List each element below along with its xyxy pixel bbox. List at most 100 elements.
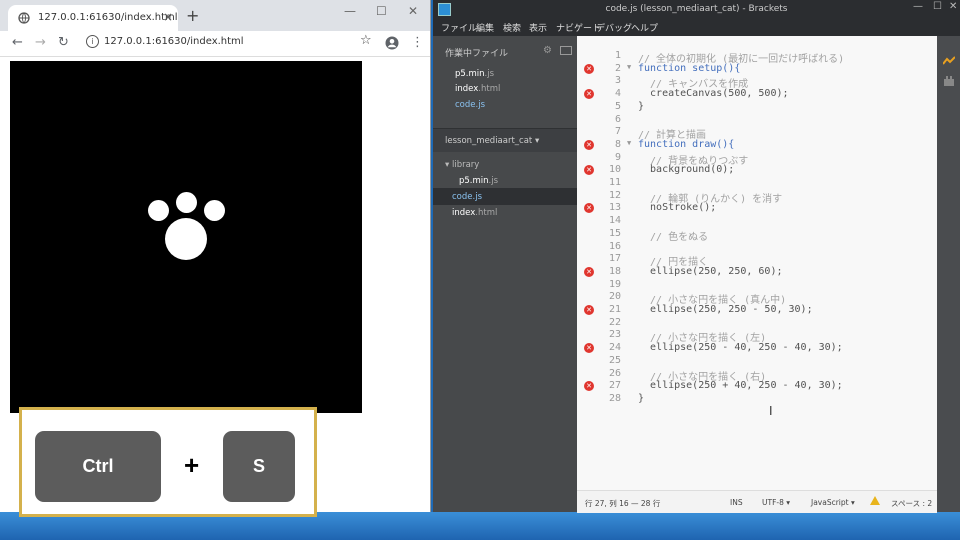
error-icon[interactable]: ✕ — [584, 139, 594, 150]
tree-file-item[interactable]: index.html — [452, 208, 497, 218]
error-icon[interactable]: ✕ — [584, 165, 594, 176]
address-bar[interactable]: i 127.0.0.1:61630/index.html ☆ — [80, 33, 380, 53]
code-text: ellipse(250 + 40, 250 - 40, 30); — [638, 380, 843, 392]
tree-file-item-selected[interactable]: code.js — [452, 192, 482, 202]
code-line[interactable]: 9 // 背景をぬりつぶす — [577, 152, 937, 167]
reload-icon[interactable]: ↻ — [58, 35, 69, 50]
working-file-item-active[interactable]: code.js — [455, 100, 485, 110]
code-line[interactable]: ✕ 27 ellipse(250 + 40, 250 - 40, 30); — [577, 380, 937, 393]
code-line[interactable]: 26 // 小さな円を描く (右) — [577, 368, 937, 383]
minimize-button[interactable]: — — [913, 1, 923, 12]
indent-setting[interactable]: スペース : 2 — [891, 498, 932, 509]
window-title: code.js (lesson_mediaart_cat) - Brackets — [605, 4, 788, 14]
menu-edit[interactable]: 編集 — [476, 21, 494, 34]
code-line[interactable]: 17 // 円を描く — [577, 253, 937, 268]
code-line[interactable]: 7// 計算と描画 — [577, 126, 937, 141]
ctrl-key: Ctrl — [35, 431, 161, 502]
line-number: 3 — [614, 75, 621, 87]
menu-help[interactable]: ヘルプ — [631, 21, 658, 34]
maximize-button[interactable]: ☐ — [376, 4, 387, 18]
maximize-button[interactable]: ☐ — [933, 1, 942, 12]
minimize-button[interactable]: — — [344, 4, 356, 18]
gear-icon[interactable]: ⚙ — [543, 45, 552, 56]
encoding-select[interactable]: UTF-8 ▾ — [762, 498, 790, 507]
close-window-button[interactable]: ✕ — [949, 1, 957, 12]
extension-manager-icon[interactable] — [943, 76, 955, 86]
error-icon[interactable]: ✕ — [584, 266, 594, 277]
browser-toolbar: ← → ↻ i 127.0.0.1:61630/index.html ☆ ⋮ — [0, 31, 430, 57]
live-preview-icon[interactable] — [943, 56, 955, 66]
code-line[interactable]: 1// 全体の初期化 (最初に一回だけ呼ばれる) — [577, 50, 937, 65]
code-line[interactable]: 20 // 小さな円を描く (真ん中) — [577, 291, 937, 306]
url-text[interactable]: 127.0.0.1:61630/index.html — [104, 36, 244, 47]
bookmark-star-icon[interactable]: ☆ — [360, 33, 372, 48]
menu-find[interactable]: 検索 — [503, 21, 521, 34]
account-icon[interactable] — [385, 36, 399, 50]
fold-toggle-icon[interactable]: ▼ — [627, 63, 631, 71]
code-line[interactable]: ✕ 8 ▼ function draw(){ — [577, 139, 937, 152]
error-icon[interactable]: ✕ — [584, 381, 594, 392]
folder-library[interactable]: ▾ library — [445, 160, 479, 170]
error-icon[interactable]: ✕ — [584, 63, 594, 74]
forward-icon[interactable]: → — [35, 35, 46, 50]
browser-tab[interactable]: 127.0.0.1:61630/index.html × — [8, 5, 178, 31]
code-line[interactable]: 19 — [577, 279, 937, 292]
code-line[interactable]: 5} — [577, 101, 937, 114]
line-number: 8 — [614, 138, 621, 150]
code-line[interactable]: ✕ 18 ellipse(250, 250, 60); — [577, 266, 937, 279]
insert-mode[interactable]: INS — [730, 498, 743, 507]
code-line[interactable]: ✕ 10 background(0); — [577, 164, 937, 177]
error-icon[interactable]: ✕ — [584, 343, 594, 354]
working-file-item[interactable]: index.html — [455, 84, 500, 94]
project-dropdown[interactable]: lesson_mediaart_cat ▾ — [433, 129, 577, 152]
menu-view[interactable]: 表示 — [529, 21, 547, 34]
split-view-icon[interactable] — [560, 46, 572, 55]
info-icon[interactable]: i — [86, 35, 99, 48]
code-line[interactable]: ✕ 24 ellipse(250 - 40, 250 - 40, 30); — [577, 342, 937, 355]
close-window-button[interactable]: ✕ — [408, 4, 418, 18]
code-text: ellipse(250 - 40, 250 - 40, 30); — [638, 342, 843, 354]
code-line[interactable]: ✕ 13 noStroke(); — [577, 202, 937, 215]
globe-icon — [18, 12, 30, 24]
code-line[interactable]: ✕ 2 ▼ function setup(){ — [577, 63, 937, 76]
code-line[interactable]: 25 — [577, 355, 937, 368]
code-line[interactable]: ✕ 4 createCanvas(500, 500); — [577, 88, 937, 101]
code-line[interactable]: 15 // 色をぬる — [577, 227, 937, 243]
code-line[interactable]: 12 // 輪郭 (りんかく) を消す — [577, 190, 937, 205]
code-line[interactable]: 16 — [577, 241, 937, 254]
line-number: 27 — [608, 380, 621, 392]
code-line[interactable]: 22 — [577, 317, 937, 330]
fold-toggle-icon[interactable]: ▼ — [627, 139, 631, 147]
error-icon[interactable]: ✕ — [584, 305, 594, 315]
new-tab-button[interactable]: + — [186, 6, 199, 25]
menu-navigate[interactable]: ナビゲート — [556, 21, 601, 34]
working-file-item[interactable]: p5.min.js — [455, 69, 494, 79]
language-select[interactable]: JavaScript ▾ — [811, 498, 855, 507]
tab-close-icon[interactable]: × — [163, 10, 173, 24]
line-number: 14 — [608, 215, 621, 227]
code-line[interactable]: 11 — [577, 177, 937, 190]
code-text: noStroke(); — [638, 202, 717, 214]
code-editor[interactable]: I 1// 全体の初期化 (最初に一回だけ呼ばれる) ✕ 2 ▼ function se… — [577, 36, 937, 490]
code-line[interactable]: 23 // 小さな円を描く (左) — [577, 329, 937, 344]
code-line[interactable]: 3 // キャンバスを作成 — [577, 75, 937, 90]
menu-debug[interactable]: デバッグ — [596, 21, 632, 34]
code-line[interactable]: 6 — [577, 114, 937, 127]
line-number: 15 — [608, 227, 621, 239]
browser-menu-icon[interactable]: ⋮ — [411, 35, 424, 50]
error-icon[interactable]: ✕ — [584, 203, 594, 214]
error-icon[interactable]: ✕ — [584, 89, 594, 100]
code-line[interactable]: 14 — [577, 215, 937, 228]
line-number: 28 — [608, 392, 621, 404]
line-number: 17 — [608, 253, 621, 265]
paw-large-circle — [165, 218, 207, 260]
code-line[interactable]: ✕ 21 ellipse(250, 250 - 50, 30); — [577, 304, 937, 317]
line-number: 22 — [608, 316, 621, 328]
code-text: ellipse(250, 250 - 50, 30); — [638, 304, 813, 315]
tree-file-item[interactable]: p5.min.js — [459, 176, 498, 186]
warning-icon[interactable] — [870, 496, 880, 505]
back-icon[interactable]: ← — [12, 35, 23, 50]
code-line[interactable]: 28} — [577, 393, 937, 406]
line-number: 2 — [614, 62, 621, 74]
menu-file[interactable]: ファイル — [441, 21, 477, 34]
